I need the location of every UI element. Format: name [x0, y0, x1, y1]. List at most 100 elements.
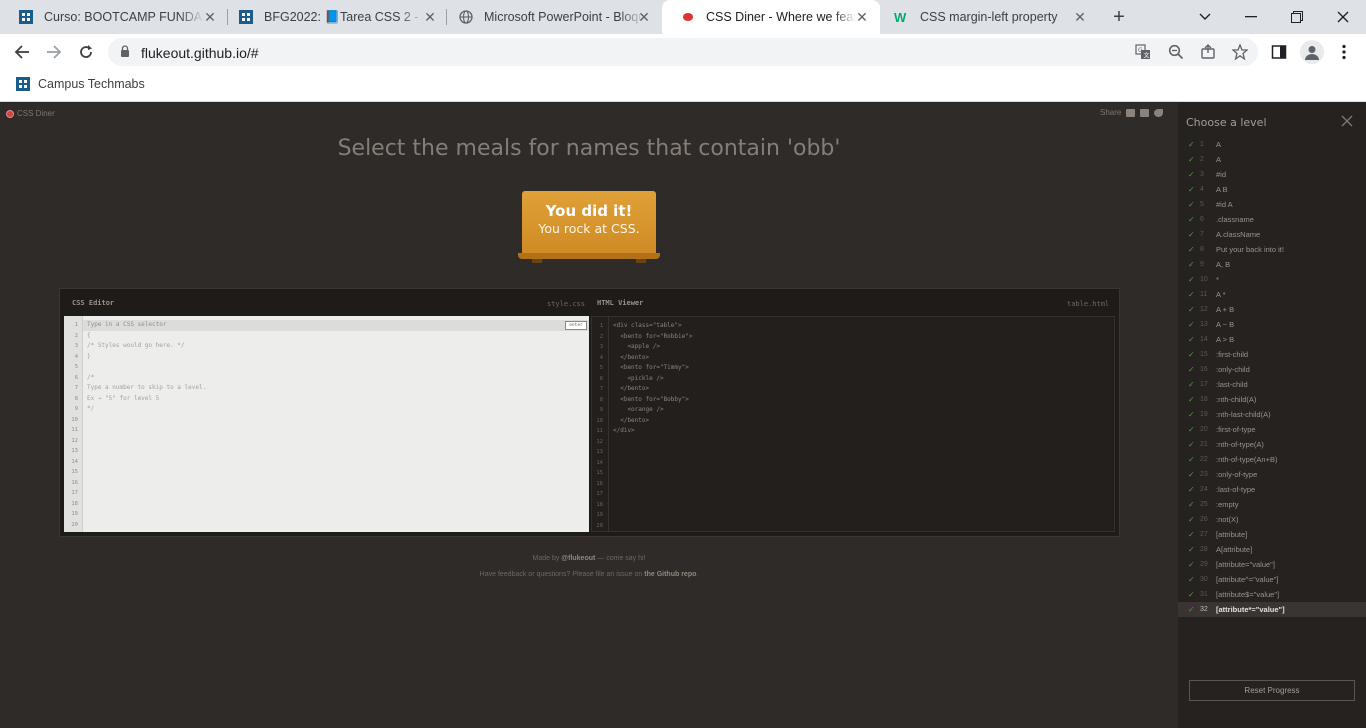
level-item[interactable]: ✓ 1 A [1178, 137, 1366, 152]
new-tab-button[interactable]: + [1108, 6, 1130, 28]
line-number: 2 [74, 332, 78, 339]
level-item[interactable]: ✓ 13 A ~ B [1178, 317, 1366, 332]
level-item[interactable]: ✓ 19:nth-last-child(A) [1178, 407, 1366, 422]
github-repo-link[interactable]: the Github repo [644, 571, 696, 578]
level-item[interactable]: ✓ 28 A[attribute] [1178, 542, 1366, 557]
share-links: Share [1100, 108, 1164, 117]
checkmark-icon: ✓ [1188, 560, 1195, 569]
level-item[interactable]: ✓ 4 A B [1178, 182, 1366, 197]
level-name: A [1216, 155, 1222, 164]
level-item[interactable]: ✓ 26:not(X) [1178, 512, 1366, 527]
level-item[interactable]: ✓ 23:only-of-type [1178, 467, 1366, 482]
bookmark-star-icon[interactable] [1230, 42, 1250, 62]
menu-kebab-icon[interactable] [1334, 42, 1354, 62]
bookmark-campus-techmabs[interactable]: Campus Techmabs [16, 77, 145, 91]
browser-tab[interactable]: BFG2022: 📘Tarea CSS 2 - Selectores ✕ [220, 0, 448, 34]
level-item[interactable]: ✓ 5 #id A [1178, 197, 1366, 212]
level-item[interactable]: ✓ 32 [attribute*="value"] [1178, 602, 1366, 617]
browser-tab[interactable]: W CSS margin-left property ✕ [876, 0, 1098, 34]
zoom-icon[interactable] [1166, 42, 1186, 62]
level-item[interactable]: ✓ 25:empty [1178, 497, 1366, 512]
level-name: [attribute$="value"] [1216, 590, 1280, 599]
html-file-name: table.html [1067, 300, 1110, 308]
line-number: 17 [596, 491, 603, 497]
enter-button[interactable]: enter [565, 321, 587, 330]
w3schools-icon: W [894, 9, 910, 25]
profile-avatar-icon[interactable] [1300, 40, 1324, 64]
level-number: 9 [1200, 261, 1204, 268]
level-number: 4 [1200, 186, 1204, 193]
level-name: A + B [1216, 305, 1235, 314]
level-number: 24 [1200, 486, 1208, 493]
level-item[interactable]: ✓ 29 [attribute="value"] [1178, 557, 1366, 572]
level-item[interactable]: ✓ 31 [attribute$="value"] [1178, 587, 1366, 602]
level-item[interactable]: ✓ 6 .classname [1178, 212, 1366, 227]
side-panel-icon[interactable] [1269, 42, 1289, 62]
close-tab-icon[interactable]: ✕ [1072, 9, 1088, 25]
back-button[interactable] [10, 40, 34, 64]
level-name: [attribute*="value"] [1216, 605, 1285, 614]
close-tab-icon[interactable]: ✕ [202, 9, 218, 25]
level-item[interactable]: ✓ 22:nth-of-type(An+B) [1178, 452, 1366, 467]
checkmark-icon: ✓ [1188, 545, 1195, 554]
level-name: * [1216, 275, 1219, 284]
translate-icon[interactable]: 文G [1133, 42, 1153, 62]
browser-tab[interactable]: Microsoft PowerPoint - Bloque ✕ [440, 0, 662, 34]
level-item[interactable]: ✓ 16:only-child [1178, 362, 1366, 377]
close-tab-icon[interactable]: ✕ [854, 9, 870, 25]
level-item[interactable]: ✓ 18:nth-child(A) [1178, 392, 1366, 407]
level-number: 2 [1200, 156, 1204, 163]
level-name: :first-child [1216, 350, 1249, 359]
level-item[interactable]: ✓ 21:nth-of-type(A) [1178, 437, 1366, 452]
level-item[interactable]: ✓ 9 A, B [1178, 257, 1366, 272]
html-code-line: <bento for="Timmy"> [613, 364, 689, 371]
browser-tab-bar: Curso: BOOTCAMP FUNDAMENTOS ✕ BFG2022: 📘… [0, 0, 1366, 34]
url-bar[interactable]: flukeout.github.io/# [108, 38, 1258, 66]
level-item[interactable]: ✓ 24:last-of-type [1178, 482, 1366, 497]
restore-button[interactable] [1274, 0, 1320, 34]
level-item[interactable]: ✓ 3 #id [1178, 167, 1366, 182]
level-item[interactable]: ✓ 20:first-of-type [1178, 422, 1366, 437]
facebook-icon[interactable] [1140, 108, 1150, 117]
css-diner-logo[interactable]: CSS Diner [6, 109, 55, 118]
close-tab-icon[interactable]: ✕ [636, 9, 652, 25]
level-item[interactable]: ✓ 10 * [1178, 272, 1366, 287]
checkmark-icon: ✓ [1188, 485, 1195, 494]
css-code-line: } [87, 352, 91, 360]
close-window-button[interactable] [1320, 0, 1366, 34]
line-number: 12 [596, 438, 603, 445]
level-item[interactable]: ✓ 11 A * [1178, 287, 1366, 302]
level-item[interactable]: ✓ 12 A + B [1178, 302, 1366, 317]
share-page-icon[interactable] [1198, 42, 1218, 62]
reset-progress-button[interactable]: Reset Progress [1189, 680, 1355, 701]
line-number: 9 [74, 406, 78, 412]
level-item[interactable]: ✓ 15:first-child [1178, 347, 1366, 362]
tab-search-icon[interactable] [1182, 0, 1228, 34]
techmabs-icon [238, 9, 254, 25]
level-item[interactable]: ✓ 2 A [1178, 152, 1366, 167]
line-number: 10 [71, 416, 78, 423]
css-editor[interactable]: enter 1 2 3 4 5 6 7 8 9 10 11 12 13 14 15 16 17 18 19 20 Typ… [64, 316, 589, 532]
level-item[interactable]: ✓ 8 Put your back into it! [1178, 242, 1366, 257]
twitter-icon[interactable] [1154, 108, 1164, 117]
bookmark-label: Campus Techmabs [38, 77, 145, 91]
reload-button[interactable] [74, 40, 98, 64]
plate-icon [6, 109, 14, 118]
browser-tab-active[interactable]: CSS Diner - Where we feast on CSS ✕ [662, 0, 880, 34]
forward-button[interactable] [42, 40, 66, 64]
close-tab-icon[interactable]: ✕ [422, 9, 438, 25]
footer-feedback: Have feedback or questions? Please file … [479, 571, 699, 578]
minimize-button[interactable] [1228, 0, 1274, 34]
level-name: :empty [1216, 500, 1239, 509]
email-icon[interactable] [1126, 108, 1136, 117]
level-item[interactable]: ✓ 30 [attribute^="value"] [1178, 572, 1366, 587]
browser-tab[interactable]: Curso: BOOTCAMP FUNDAMENTOS ✕ [0, 0, 228, 34]
flukeout-link[interactable]: @flukeout [561, 555, 595, 562]
close-sidebar-icon[interactable] [1340, 114, 1354, 128]
lock-icon[interactable] [120, 45, 130, 63]
level-number: 15 [1200, 351, 1208, 358]
level-item[interactable]: ✓ 7 A.className [1178, 227, 1366, 242]
level-item[interactable]: ✓ 14 A > B [1178, 332, 1366, 347]
level-item[interactable]: ✓ 17:last-child [1178, 377, 1366, 392]
level-item[interactable]: ✓ 27 [attribute] [1178, 527, 1366, 542]
